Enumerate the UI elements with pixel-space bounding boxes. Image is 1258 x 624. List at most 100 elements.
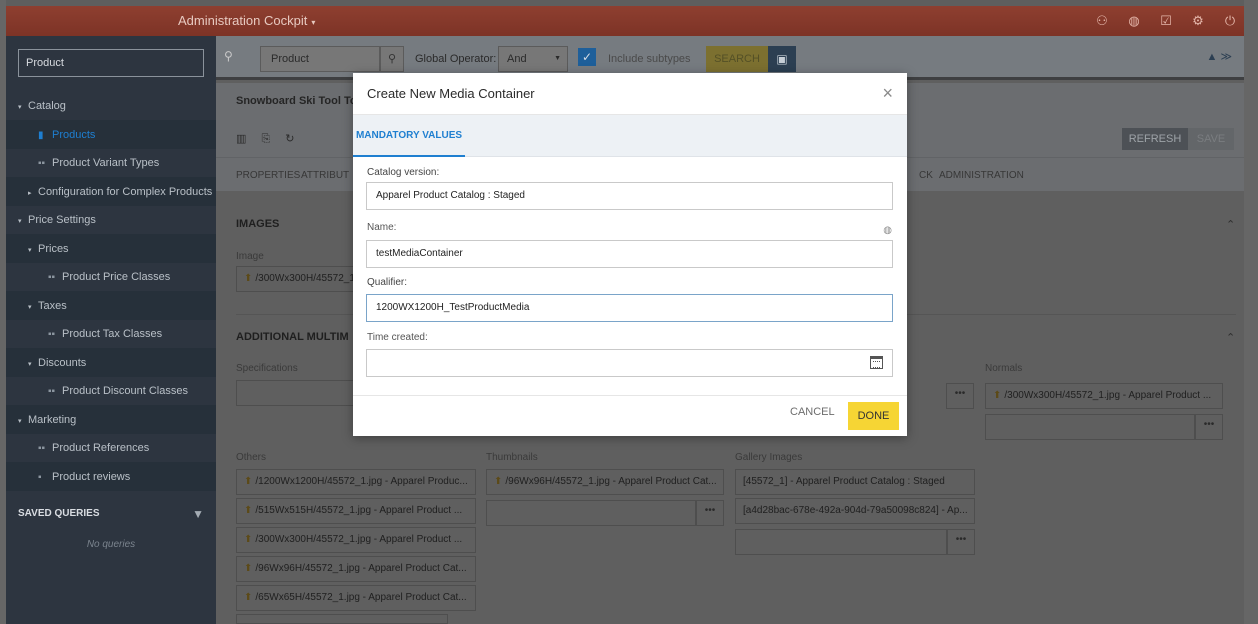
tab-ck[interactable]: CK: [919, 170, 933, 181]
power-icon[interactable]: ⏻: [1222, 13, 1238, 29]
globe-icon[interactable]: ◍: [1126, 13, 1142, 29]
done-button[interactable]: DONE: [848, 402, 899, 430]
gallery-item[interactable]: [a4d28bac-678e-492a-904d-79a50098c824] -…: [735, 498, 975, 524]
close-icon[interactable]: ×: [882, 83, 893, 104]
sidebar-item[interactable]: ▾ Price Settings: [6, 206, 216, 235]
expand-arrow-icon[interactable]: ▾: [18, 408, 28, 434]
item-type-icon: ▪▪: [48, 329, 56, 340]
qualifier-field[interactable]: 1200WX1200H_TestProductMedia: [366, 294, 893, 322]
more-button[interactable]: •••: [946, 383, 974, 409]
sidebar-search-input[interactable]: Product: [18, 49, 204, 77]
pin-icon: ⬆: [244, 476, 253, 487]
sidebar-item-label: Products: [52, 128, 96, 141]
app-title: Administration Cockpit: [178, 13, 308, 28]
others-item[interactable]: ⬆/96Wx96H/45572_1.jpg - Apparel Product …: [236, 556, 476, 582]
name-field[interactable]: testMediaContainer: [366, 240, 893, 268]
expand-arrow-icon[interactable]: ▾: [18, 94, 28, 120]
include-subtypes-checkbox[interactable]: ✓: [578, 48, 596, 66]
others-value: /300Wx300H/45572_1.jpg - Apparel Product…: [255, 534, 463, 545]
item-type-icon: ▪▪: [38, 443, 46, 454]
thumbnails-add-field[interactable]: [486, 500, 696, 526]
sidebar-item[interactable]: ▾ Marketing: [6, 405, 216, 434]
sidebar-item[interactable]: ▪▪ Product Variant Types: [6, 149, 216, 178]
sidebar-item-label: Taxes: [38, 299, 67, 312]
sidebar-item[interactable]: ▾ Prices: [6, 234, 216, 263]
sidebar-item[interactable]: ▪▪ Product Discount Classes: [6, 377, 216, 406]
thumbnails-label: Thumbnails: [486, 452, 538, 463]
filter-icon[interactable]: ▼: [192, 499, 204, 529]
others-item[interactable]: ⬆/300Wx300H/45572_1.jpg - Apparel Produc…: [236, 527, 476, 553]
more-button[interactable]: •••: [1195, 414, 1223, 440]
time-created-label: Time created:: [367, 332, 428, 343]
app-title-menu[interactable]: Administration Cockpit ▾: [178, 6, 315, 36]
sidebar-item[interactable]: ▾ Discounts: [6, 348, 216, 377]
search-icon[interactable]: ⚲: [380, 46, 404, 72]
pin-icon: ⬆: [244, 505, 253, 516]
expand-arrow-icon[interactable]: ▸: [28, 180, 38, 206]
catalog-version-field[interactable]: Apparel Product Catalog : Staged: [366, 182, 893, 210]
save-query-icon[interactable]: ▣: [768, 46, 796, 72]
normals-add-field[interactable]: [985, 414, 1195, 440]
time-created-field[interactable]: [366, 349, 893, 377]
advanced-search-icon[interactable]: ⚲: [224, 49, 233, 63]
sidebar-item-label: Product Discount Classes: [62, 385, 188, 397]
sidebar-item-label: Product Tax Classes: [62, 328, 163, 340]
sidebar-item[interactable]: ▮ Products: [6, 120, 216, 149]
user-icon[interactable]: ⚇: [1094, 13, 1110, 29]
others-item[interactable]: ⬆/1200Wx1200H/45572_1.jpg - Apparel Prod…: [236, 469, 476, 495]
settings-icon[interactable]: ⚙: [1190, 13, 1206, 29]
cancel-button[interactable]: CANCEL: [790, 406, 835, 418]
sidebar: Product ▾ Catalog ▮ Products ▪▪ Product Varia…: [6, 36, 216, 624]
additional-multimedia-title: ADDITIONAL MULTIM: [236, 331, 349, 343]
window-frame-right: [1244, 0, 1258, 624]
sidebar-item[interactable]: ▸ Configuration for Complex Products: [6, 177, 216, 206]
others-item[interactable]: ⬆/65Wx65H/45572_1.jpg - Apparel Product …: [236, 585, 476, 611]
refresh-button[interactable]: REFRESH: [1122, 128, 1188, 150]
gallery-value: [45572_1] - Apparel Product Catalog : St…: [743, 476, 945, 487]
save-button[interactable]: SAVE: [1188, 128, 1234, 150]
sidebar-item-label: Prices: [38, 242, 69, 255]
sidebar-item[interactable]: ▾ Taxes: [6, 291, 216, 320]
sidebar-item[interactable]: ▾ Catalog: [6, 92, 216, 121]
expand-arrow-icon[interactable]: ▾: [18, 208, 28, 234]
localization-icon[interactable]: ◍: [883, 225, 892, 236]
more-button[interactable]: •••: [947, 529, 975, 555]
sidebar-item-label: Product References: [52, 442, 150, 454]
gallery-add-field[interactable]: [735, 529, 947, 555]
image-field[interactable]: ⬆/300Wx300H/45572_1: [236, 266, 354, 292]
tab-attributes[interactable]: ATTRIBUT: [301, 170, 349, 181]
specifications-field[interactable]: [236, 380, 354, 406]
no-queries-text: No queries: [86, 539, 136, 550]
saved-queries-header: SAVED QUERIES ▼: [6, 499, 216, 529]
sidebar-item-label: Discounts: [38, 356, 87, 369]
others-add-field[interactable]: [236, 614, 448, 624]
sidebar-item-label: Product Price Classes: [62, 271, 171, 283]
tab-mandatory-values[interactable]: MANDATORY VALUES: [353, 115, 465, 157]
normals-field[interactable]: ⬆/300Wx300H/45572_1.jpg - Apparel Produc…: [985, 383, 1223, 409]
sidebar-item[interactable]: ▪ Product reviews: [6, 462, 216, 491]
expand-arrow-icon[interactable]: ▾: [28, 237, 38, 263]
tab-properties[interactable]: PROPERTIES: [236, 170, 300, 181]
global-operator-select[interactable]: And ▼: [498, 46, 568, 72]
thumbnails-item[interactable]: ⬆/96Wx96H/45572_1.jpg - Apparel Product …: [486, 469, 724, 495]
calendar-icon[interactable]: [870, 356, 883, 369]
tab-administration[interactable]: ADMINISTRATION: [939, 170, 1024, 181]
more-button[interactable]: •••: [696, 500, 724, 526]
name-label: Name:: [367, 222, 397, 233]
sidebar-item[interactable]: ▪▪ Product Price Classes: [6, 263, 216, 292]
search-button[interactable]: SEARCH: [706, 46, 768, 72]
others-item[interactable]: ⬆/515Wx515H/45572_1.jpg - Apparel Produc…: [236, 498, 476, 524]
sidebar-item[interactable]: ▪▪ Product Tax Classes: [6, 320, 216, 349]
collapse-icon[interactable]: ⌃: [1226, 218, 1235, 231]
image-value: /300Wx300H/45572_1: [255, 273, 354, 284]
search-input[interactable]: Product: [260, 46, 380, 72]
collapse-icon[interactable]: ⌃: [1226, 331, 1235, 344]
sidebar-item[interactable]: ▪▪ Product References: [6, 434, 216, 463]
expand-arrow-icon[interactable]: ▾: [28, 294, 38, 320]
lock-collapse-icon[interactable]: ▲ ≫: [1207, 50, 1232, 63]
gallery-item[interactable]: [45572_1] - Apparel Product Catalog : St…: [735, 469, 975, 495]
expand-arrow-icon[interactable]: ▾: [28, 351, 38, 377]
editor-action-icons[interactable]: ▥ ⎘ ↻: [236, 132, 301, 146]
item-type-icon: ▮: [38, 129, 44, 141]
checklist-icon[interactable]: ☑: [1158, 13, 1174, 29]
